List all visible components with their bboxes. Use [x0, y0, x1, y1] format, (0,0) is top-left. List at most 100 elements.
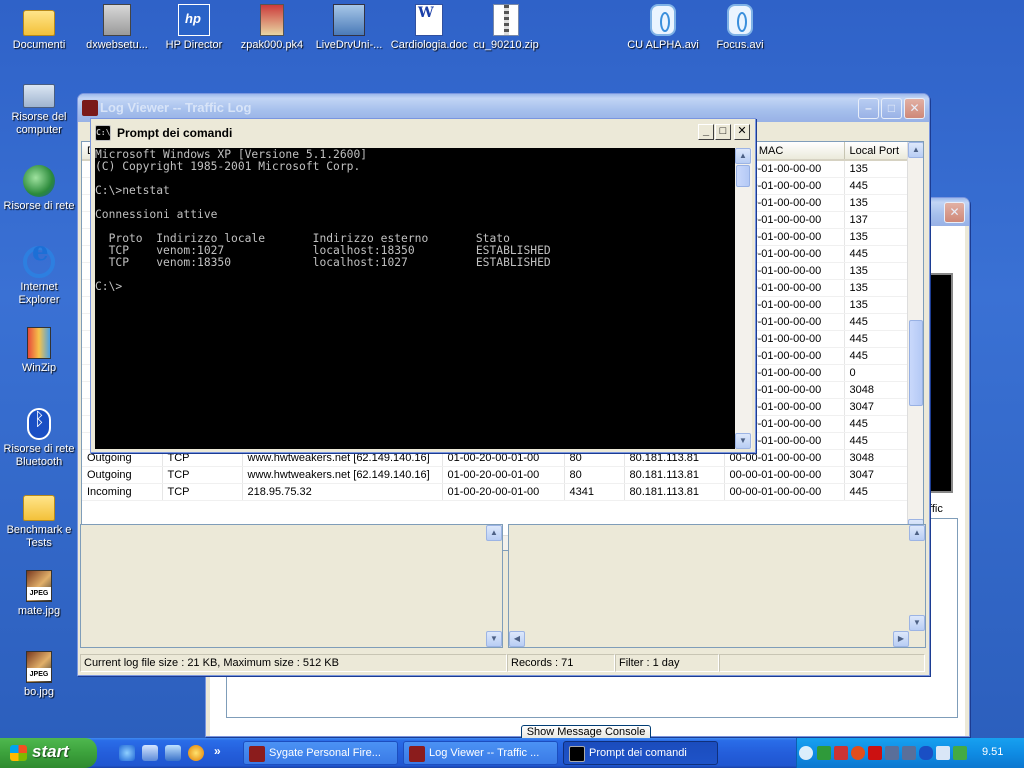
folder-icon [23, 10, 55, 36]
quicklaunch-explorer-icon[interactable] [165, 745, 181, 761]
desktop-icon-internet-explorer[interactable]: Internet Explorer [0, 246, 78, 307]
desktop-icon-focus[interactable]: Focus.avi [701, 4, 779, 52]
scroll-up-arrow-icon[interactable]: ▲ [486, 525, 502, 541]
desktop-icon-bo-jpg[interactable]: bo.jpg [0, 651, 78, 699]
hp-icon [178, 4, 210, 36]
tray-network-icon[interactable] [902, 746, 916, 760]
table-cell: www.hwtweakers.net [62.149.140.16] [242, 466, 443, 484]
desktop-icon-dxwebsetup[interactable]: dxwebsetu... [78, 4, 156, 52]
scroll-thumb[interactable] [909, 320, 923, 406]
quicklaunch-ie-icon[interactable] [119, 745, 135, 761]
scroll-left-arrow-icon[interactable]: ◀ [509, 631, 525, 647]
desktop-icon-cardiologia[interactable]: Cardiologia.doc [388, 4, 470, 52]
scroll-down-arrow-icon[interactable]: ▼ [486, 631, 502, 647]
desktop-icon-bluetooth[interactable]: Risorse di rete Bluetooth [0, 408, 78, 469]
table-row[interactable]: Outgoing TCP www.hwtweakers.net [62.149.14… [82, 466, 910, 484]
table-row[interactable]: Incoming TCP 218.95.75.32 01-00-20-00-01-00… [82, 483, 910, 501]
desktop-icon-livedrv[interactable]: LiveDrvUni-... [310, 4, 388, 52]
tray-firewall-icon[interactable] [868, 746, 882, 760]
quicklaunch-desktop-icon[interactable] [142, 745, 158, 761]
minimize-button[interactable]: – [858, 98, 879, 119]
table-cell: 135 [844, 262, 910, 280]
close-button[interactable]: ✕ [904, 98, 925, 119]
scroll-right-arrow-icon[interactable]: ▶ [893, 631, 909, 647]
show-message-console-button[interactable]: Show Message Console [521, 725, 651, 738]
scroll-up-arrow-icon[interactable]: ▲ [908, 142, 923, 158]
taskbar-item-log-viewer[interactable]: Log Viewer -- Traffic ... [403, 741, 558, 765]
table-cell: 80 [564, 466, 625, 484]
maximize-button[interactable]: □ [715, 124, 731, 140]
maximize-button[interactable]: □ [881, 98, 902, 119]
desktop-icon-zpak[interactable]: zpak000.pk4 [233, 4, 311, 52]
table-cell: 0 [844, 364, 910, 382]
console-line: C:\> [95, 280, 123, 293]
scroll-thumb[interactable] [736, 165, 750, 187]
table-cell: 445 [844, 330, 910, 348]
desktop-icon-cu-alpha[interactable]: CU ALPHA.avi [624, 4, 702, 52]
winzip-icon [27, 327, 51, 359]
detail-pane-right[interactable]: ▲ ▼ ◀ ▶ [508, 524, 926, 648]
desktop-icon-cu-zip[interactable]: cu_90210.zip [467, 4, 545, 52]
taskbar-item-sygate[interactable]: Sygate Personal Fire... [243, 741, 398, 765]
table-cell: 445 [844, 432, 910, 450]
tray-app-icon[interactable] [851, 746, 865, 760]
table-cell: 00-00-01-00-00-00 [724, 483, 845, 501]
archive-icon [260, 4, 284, 36]
close-button[interactable]: ✕ [734, 124, 750, 140]
bluetooth-icon [27, 408, 51, 440]
table-cell: 218.95.75.32 [242, 483, 443, 501]
tray-app-icon[interactable] [953, 746, 967, 760]
tray-volume-icon[interactable] [936, 746, 950, 760]
table-cell: 445 [844, 313, 910, 331]
column-header[interactable]: Local Port [844, 142, 910, 161]
cmd-titlebar[interactable]: C:\ Prompt dei comandi _ □ ✕ [91, 119, 755, 145]
word-doc-icon [415, 4, 443, 36]
table-cell: 135 [844, 228, 910, 246]
console-line: C:\>netstat [95, 184, 170, 197]
tray-app-icon[interactable] [817, 746, 831, 760]
tray-expand-icon[interactable] [799, 746, 813, 760]
scroll-down-arrow-icon[interactable]: ▼ [909, 615, 925, 631]
table-cell: 135 [844, 296, 910, 314]
table-cell: 445 [844, 483, 910, 501]
table-cell: 445 [844, 245, 910, 263]
table-cell: 445 [844, 347, 910, 365]
clock: 9.51 [982, 746, 1004, 758]
quicklaunch-media-icon[interactable] [188, 745, 204, 761]
start-label: start [32, 742, 69, 761]
taskbar-item-command-prompt[interactable]: Prompt dei comandi [563, 741, 718, 765]
scroll-down-arrow-icon[interactable]: ▼ [735, 433, 751, 449]
sygate-close-button[interactable]: ✕ [944, 202, 965, 223]
tray-network-icon[interactable] [885, 746, 899, 760]
console-scrollbar[interactable]: ▲ ▼ [735, 148, 752, 449]
tray-bluetooth-icon[interactable] [919, 746, 933, 760]
tray-app-icon[interactable] [834, 746, 848, 760]
desktop-icon-winzip[interactable]: WinZip [0, 327, 78, 375]
desktop-icon-mate-jpg[interactable]: mate.jpg [0, 570, 78, 618]
installer-icon [103, 4, 131, 36]
start-button[interactable]: start [0, 738, 97, 768]
vertical-scrollbar[interactable]: ▲ ▼ [907, 142, 923, 535]
console-output[interactable]: Microsoft Windows XP [Versione 5.1.2600]… [95, 148, 735, 449]
desktop-icon-risorse-rete[interactable]: Risorse di rete [0, 165, 78, 213]
console-line: Connessioni attive [95, 208, 218, 221]
scroll-up-arrow-icon[interactable]: ▲ [909, 525, 925, 541]
cmd-app-icon: C:\ [95, 125, 111, 141]
table-cell: 3047 [844, 466, 910, 484]
windows-logo-icon [10, 745, 27, 761]
sygate-traffic-tab[interactable]: ffic [929, 503, 943, 515]
scroll-up-arrow-icon[interactable]: ▲ [735, 148, 751, 164]
quicklaunch-overflow-icon[interactable]: » [214, 744, 230, 760]
status-records: Records : 71 [507, 654, 615, 672]
desktop-icon-risorse-computer[interactable]: Risorse del computer [0, 84, 78, 137]
desktop-icon-hp-director[interactable]: HP Director [155, 4, 233, 52]
network-icon [23, 165, 55, 197]
detail-pane-left[interactable]: ▲ ▼ [80, 524, 503, 648]
table-cell: 135 [844, 194, 910, 212]
command-prompt-window[interactable]: C:\ Prompt dei comandi _ □ ✕ Microsoft W… [90, 118, 756, 453]
desktop-icon-benchmark[interactable]: Benchmark e Tests [0, 489, 78, 550]
table-cell: 137 [844, 211, 910, 229]
minimize-button[interactable]: _ [698, 124, 714, 140]
desktop-icon-documenti[interactable]: Documenti [0, 4, 78, 52]
